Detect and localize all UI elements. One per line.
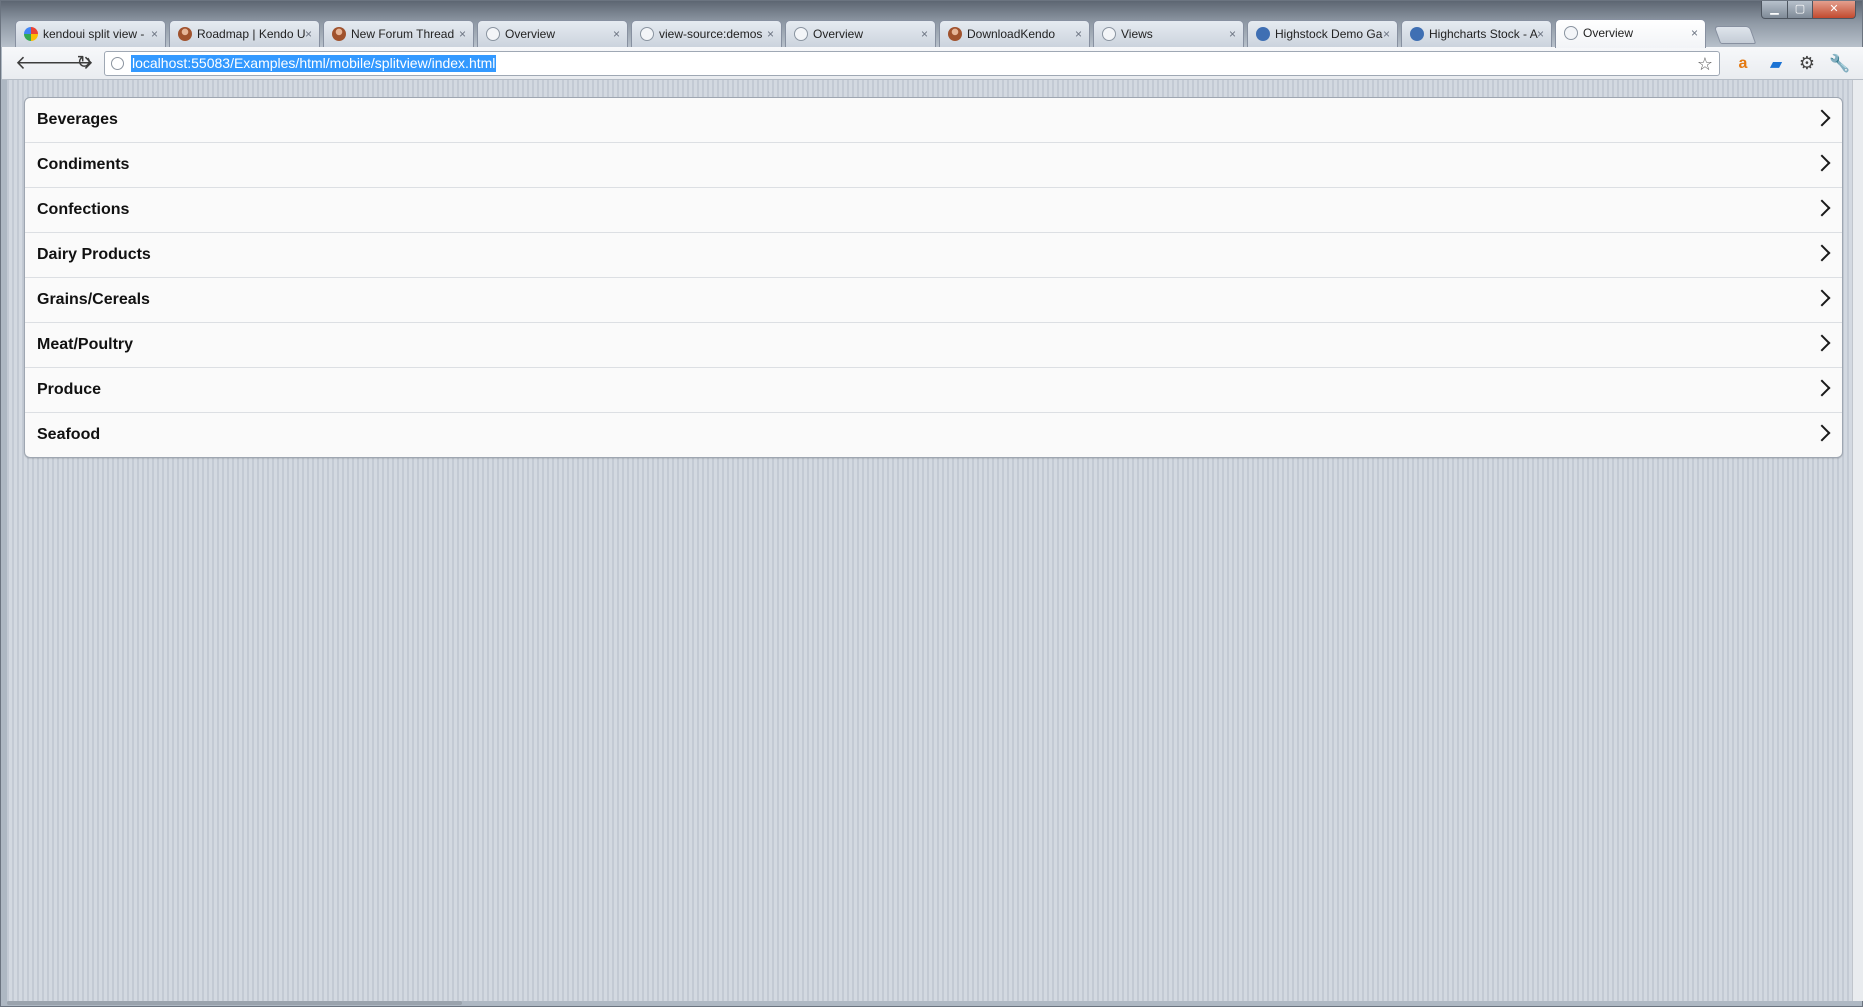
tab-title: Overview: [505, 27, 556, 41]
tab-title: Highcharts Stock - A: [1429, 27, 1538, 41]
tab-new-forum-thread[interactable]: New Forum Thread ×: [323, 20, 474, 47]
tab-title: DownloadKendo: [967, 27, 1056, 41]
amazon-extension-icon[interactable]: a: [1733, 54, 1753, 74]
list-item-beverages[interactable]: Beverages: [25, 98, 1842, 142]
tab-views[interactable]: Views ×: [1093, 20, 1244, 47]
tab-title: Overview: [813, 27, 864, 41]
list-item-seafood[interactable]: Seafood: [25, 412, 1842, 457]
user-avatar-icon: [178, 27, 192, 41]
wordpress-icon: [1256, 27, 1270, 41]
user-avatar-icon: [332, 27, 346, 41]
maximize-button[interactable]: ▢: [1787, 1, 1813, 19]
close-icon[interactable]: ×: [305, 21, 312, 47]
list-item-grains-cereals[interactable]: Grains/Cereals: [25, 277, 1842, 322]
close-icon[interactable]: ×: [613, 21, 620, 47]
globe-icon: [486, 27, 500, 41]
reload-icon[interactable]: ↻: [72, 52, 96, 74]
gear-icon[interactable]: ⚙: [1797, 54, 1817, 74]
globe-icon: [794, 27, 808, 41]
list-item-dairy-products[interactable]: Dairy Products: [25, 232, 1842, 277]
tab-title: Roadmap | Kendo U: [197, 27, 306, 41]
tab-overview-active[interactable]: Overview ×: [1555, 19, 1706, 48]
vertical-scrollbar[interactable]: [1852, 80, 1863, 1001]
page-viewport: Beverages Condiments Confections Dairy P…: [7, 80, 1852, 1001]
tab-title: view-source:demos: [659, 27, 763, 41]
close-icon[interactable]: ×: [1383, 21, 1390, 47]
tab-overview-2[interactable]: Overview ×: [785, 20, 936, 47]
list-item-label: Seafood: [37, 426, 101, 443]
google-icon: [24, 27, 38, 41]
list-item-label: Produce: [37, 381, 102, 398]
tab-title: New Forum Thread: [351, 27, 455, 41]
page-info-icon[interactable]: [111, 57, 124, 70]
close-icon[interactable]: ×: [767, 21, 774, 47]
forward-arrow-icon[interactable]: 🡒: [43, 52, 94, 74]
tab-kendoui-split-view[interactable]: kendoui split view - ×: [15, 20, 166, 47]
category-listview: Beverages Condiments Confections Dairy P…: [24, 97, 1843, 458]
close-icon[interactable]: ×: [1075, 21, 1082, 47]
list-item-meat-poultry[interactable]: Meat/Poultry: [25, 322, 1842, 367]
chevron-right-icon: [1813, 424, 1831, 442]
tab-title: Views: [1121, 27, 1153, 41]
tab-title: Highstock Demo Ga: [1275, 27, 1383, 41]
list-item-condiments[interactable]: Condiments: [25, 142, 1842, 187]
wrench-icon[interactable]: 🔧: [1829, 54, 1850, 74]
close-icon[interactable]: ×: [1691, 20, 1698, 47]
tab-highstock-demo[interactable]: Highstock Demo Ga ×: [1247, 20, 1398, 47]
new-tab-button[interactable]: [1713, 26, 1757, 44]
close-icon[interactable]: ×: [151, 21, 158, 47]
close-icon[interactable]: ×: [1229, 21, 1236, 47]
list-item-label: Grains/Cereals: [37, 291, 150, 308]
list-item-label: Condiments: [37, 156, 130, 173]
user-avatar-icon: [948, 27, 962, 41]
tab-title: Overview: [1583, 26, 1634, 40]
close-icon[interactable]: ×: [459, 21, 466, 47]
close-icon[interactable]: ×: [921, 21, 928, 47]
tab-download-kendo[interactable]: DownloadKendo ×: [939, 20, 1090, 47]
chevron-right-icon: [1813, 199, 1831, 217]
back-arrow-icon[interactable]: 🡐: [15, 52, 66, 74]
bookmark-star-icon[interactable]: ☆: [1697, 53, 1713, 75]
browser-window: kendoui split view - × Roadmap | Kendo U…: [0, 0, 1863, 1007]
chevron-right-icon: [1813, 154, 1831, 172]
chevron-right-icon: [1813, 109, 1831, 127]
list-item-confections[interactable]: Confections: [25, 187, 1842, 232]
globe-icon: [1102, 27, 1116, 41]
tab-strip: kendoui split view - × Roadmap | Kendo U…: [1, 1, 1862, 48]
chevron-right-icon: [1813, 244, 1831, 262]
address-url[interactable]: localhost:55083/Examples/html/mobile/spl…: [131, 55, 497, 72]
tab-highcharts-stock[interactable]: Highcharts Stock - A ×: [1401, 20, 1552, 47]
globe-icon: [1564, 26, 1578, 40]
list-item-produce[interactable]: Produce: [25, 367, 1842, 412]
chevron-right-icon: [1813, 289, 1831, 307]
close-window-button[interactable]: ✕: [1812, 1, 1856, 19]
list-item-label: Beverages: [37, 111, 118, 128]
address-bar[interactable]: localhost:55083/Examples/html/mobile/spl…: [104, 51, 1720, 76]
tab-overview-1[interactable]: Overview ×: [477, 20, 628, 47]
globe-icon: [640, 27, 654, 41]
chevron-right-icon: [1813, 334, 1831, 352]
tab-roadmap[interactable]: Roadmap | Kendo U ×: [169, 20, 320, 47]
horizontal-scrollbar-thumb[interactable]: [7, 1001, 462, 1005]
extension-icon[interactable]: ▰: [1766, 54, 1786, 74]
tab-title: kendoui split view -: [43, 27, 145, 41]
browser-toolbar: 🡐 🡒 ↻ localhost:55083/Examples/html/mobi…: [2, 47, 1863, 80]
close-icon[interactable]: ×: [1537, 21, 1544, 47]
list-item-label: Confections: [37, 201, 130, 218]
minimize-button[interactable]: ▁: [1761, 1, 1788, 19]
tab-view-source[interactable]: view-source:demos ×: [631, 20, 782, 47]
list-item-label: Meat/Poultry: [37, 336, 134, 353]
wordpress-icon: [1410, 27, 1424, 41]
list-item-label: Dairy Products: [37, 246, 151, 263]
chevron-right-icon: [1813, 379, 1831, 397]
